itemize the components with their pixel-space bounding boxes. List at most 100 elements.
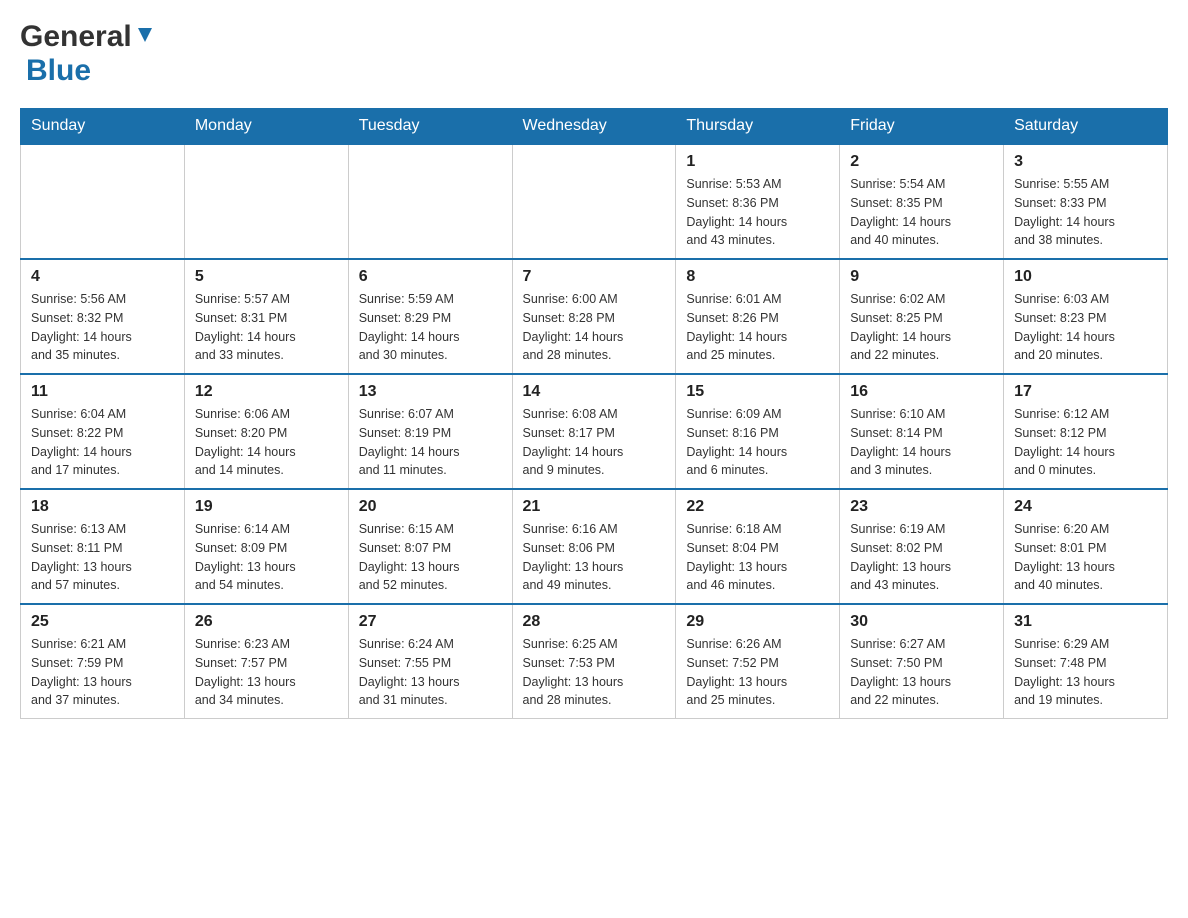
- day-number: 7: [523, 268, 666, 286]
- calendar-day-cell: 6 Sunrise: 5:59 AM Sunset: 8:29 PM Daylig…: [348, 259, 512, 374]
- day-number: 29: [686, 613, 829, 631]
- calendar-week-row: 18 Sunrise: 6:13 AM Sunset: 8:11 PM Dayli…: [21, 489, 1168, 604]
- day-of-week-header: Sunday: [21, 109, 185, 145]
- calendar-week-row: 4 Sunrise: 5:56 AM Sunset: 8:32 PM Daylig…: [21, 259, 1168, 374]
- day-number: 5: [195, 268, 338, 286]
- day-info: Sunrise: 6:00 AM Sunset: 8:28 PM Dayligh…: [523, 290, 666, 365]
- day-number: 22: [686, 498, 829, 516]
- day-info: Sunrise: 5:54 AM Sunset: 8:35 PM Dayligh…: [850, 175, 993, 250]
- logo: General Blue: [20, 20, 156, 88]
- day-number: 13: [359, 383, 502, 401]
- calendar-table: SundayMondayTuesdayWednesdayThursdayFrid…: [20, 108, 1168, 719]
- day-info: Sunrise: 6:01 AM Sunset: 8:26 PM Dayligh…: [686, 290, 829, 365]
- day-info: Sunrise: 6:07 AM Sunset: 8:19 PM Dayligh…: [359, 405, 502, 480]
- calendar-day-cell: 12 Sunrise: 6:06 AM Sunset: 8:20 PM Dayli…: [184, 374, 348, 489]
- calendar-day-cell: 9 Sunrise: 6:02 AM Sunset: 8:25 PM Daylig…: [840, 259, 1004, 374]
- logo-arrow-icon: [134, 24, 156, 51]
- day-number: 31: [1014, 613, 1157, 631]
- calendar-day-cell: [348, 144, 512, 259]
- calendar-day-cell: 18 Sunrise: 6:13 AM Sunset: 8:11 PM Dayli…: [21, 489, 185, 604]
- day-info: Sunrise: 5:55 AM Sunset: 8:33 PM Dayligh…: [1014, 175, 1157, 250]
- day-number: 28: [523, 613, 666, 631]
- calendar-day-cell: 21 Sunrise: 6:16 AM Sunset: 8:06 PM Dayli…: [512, 489, 676, 604]
- day-info: Sunrise: 6:20 AM Sunset: 8:01 PM Dayligh…: [1014, 520, 1157, 595]
- day-info: Sunrise: 6:03 AM Sunset: 8:23 PM Dayligh…: [1014, 290, 1157, 365]
- calendar-day-cell: 25 Sunrise: 6:21 AM Sunset: 7:59 PM Dayli…: [21, 604, 185, 719]
- day-number: 17: [1014, 383, 1157, 401]
- day-info: Sunrise: 6:26 AM Sunset: 7:52 PM Dayligh…: [686, 635, 829, 710]
- calendar-day-cell: 23Sunrise: 6:19 AM Sunset: 8:02 PM Dayli…: [840, 489, 1004, 604]
- day-number: 26: [195, 613, 338, 631]
- calendar-day-cell: 26 Sunrise: 6:23 AM Sunset: 7:57 PM Dayli…: [184, 604, 348, 719]
- day-of-week-header: Saturday: [1004, 109, 1168, 145]
- day-info: Sunrise: 6:18 AM Sunset: 8:04 PM Dayligh…: [686, 520, 829, 595]
- calendar-week-row: 25 Sunrise: 6:21 AM Sunset: 7:59 PM Dayli…: [21, 604, 1168, 719]
- page-header: General Blue: [20, 20, 1168, 88]
- day-number: 14: [523, 383, 666, 401]
- day-number: 11: [31, 383, 174, 401]
- day-number: 8: [686, 268, 829, 286]
- calendar-day-cell: 30 Sunrise: 6:27 AM Sunset: 7:50 PM Dayli…: [840, 604, 1004, 719]
- day-number: 15: [686, 383, 829, 401]
- calendar-day-cell: 22 Sunrise: 6:18 AM Sunset: 8:04 PM Dayli…: [676, 489, 840, 604]
- day-info: Sunrise: 6:14 AM Sunset: 8:09 PM Dayligh…: [195, 520, 338, 595]
- day-of-week-header: Monday: [184, 109, 348, 145]
- day-info: Sunrise: 6:23 AM Sunset: 7:57 PM Dayligh…: [195, 635, 338, 710]
- calendar-day-cell: 15Sunrise: 6:09 AM Sunset: 8:16 PM Dayli…: [676, 374, 840, 489]
- calendar-day-cell: 7 Sunrise: 6:00 AM Sunset: 8:28 PM Daylig…: [512, 259, 676, 374]
- day-number: 16: [850, 383, 993, 401]
- day-number: 21: [523, 498, 666, 516]
- logo-general-text: General: [20, 20, 132, 54]
- calendar-day-cell: 11 Sunrise: 6:04 AM Sunset: 8:22 PM Dayli…: [21, 374, 185, 489]
- day-info: Sunrise: 6:27 AM Sunset: 7:50 PM Dayligh…: [850, 635, 993, 710]
- day-number: 9: [850, 268, 993, 286]
- day-info: Sunrise: 5:57 AM Sunset: 8:31 PM Dayligh…: [195, 290, 338, 365]
- day-of-week-header: Wednesday: [512, 109, 676, 145]
- calendar-day-cell: 27Sunrise: 6:24 AM Sunset: 7:55 PM Dayli…: [348, 604, 512, 719]
- day-number: 18: [31, 498, 174, 516]
- calendar-day-cell: 2 Sunrise: 5:54 AM Sunset: 8:35 PM Daylig…: [840, 144, 1004, 259]
- day-number: 25: [31, 613, 174, 631]
- day-info: Sunrise: 5:56 AM Sunset: 8:32 PM Dayligh…: [31, 290, 174, 365]
- calendar-week-row: 1 Sunrise: 5:53 AM Sunset: 8:36 PM Daylig…: [21, 144, 1168, 259]
- day-number: 12: [195, 383, 338, 401]
- day-info: Sunrise: 6:10 AM Sunset: 8:14 PM Dayligh…: [850, 405, 993, 480]
- day-number: 2: [850, 153, 993, 171]
- calendar-day-cell: [512, 144, 676, 259]
- day-info: Sunrise: 6:02 AM Sunset: 8:25 PM Dayligh…: [850, 290, 993, 365]
- calendar-day-cell: 16 Sunrise: 6:10 AM Sunset: 8:14 PM Dayli…: [840, 374, 1004, 489]
- calendar-day-cell: 14 Sunrise: 6:08 AM Sunset: 8:17 PM Dayli…: [512, 374, 676, 489]
- calendar-day-cell: 5 Sunrise: 5:57 AM Sunset: 8:31 PM Daylig…: [184, 259, 348, 374]
- calendar-day-cell: 28 Sunrise: 6:25 AM Sunset: 7:53 PM Dayli…: [512, 604, 676, 719]
- day-number: 24: [1014, 498, 1157, 516]
- day-number: 1: [686, 153, 829, 171]
- calendar-day-cell: 13 Sunrise: 6:07 AM Sunset: 8:19 PM Dayli…: [348, 374, 512, 489]
- day-info: Sunrise: 6:19 AM Sunset: 8:02 PM Dayligh…: [850, 520, 993, 595]
- day-number: 20: [359, 498, 502, 516]
- day-of-week-header: Friday: [840, 109, 1004, 145]
- calendar-day-cell: 17 Sunrise: 6:12 AM Sunset: 8:12 PM Dayli…: [1004, 374, 1168, 489]
- calendar-header-row: SundayMondayTuesdayWednesdayThursdayFrid…: [21, 109, 1168, 145]
- day-info: Sunrise: 6:16 AM Sunset: 8:06 PM Dayligh…: [523, 520, 666, 595]
- day-info: Sunrise: 6:15 AM Sunset: 8:07 PM Dayligh…: [359, 520, 502, 595]
- day-info: Sunrise: 5:53 AM Sunset: 8:36 PM Dayligh…: [686, 175, 829, 250]
- day-number: 6: [359, 268, 502, 286]
- calendar-day-cell: 3Sunrise: 5:55 AM Sunset: 8:33 PM Daylig…: [1004, 144, 1168, 259]
- day-number: 30: [850, 613, 993, 631]
- day-info: Sunrise: 6:12 AM Sunset: 8:12 PM Dayligh…: [1014, 405, 1157, 480]
- calendar-day-cell: 4 Sunrise: 5:56 AM Sunset: 8:32 PM Daylig…: [21, 259, 185, 374]
- day-info: Sunrise: 6:06 AM Sunset: 8:20 PM Dayligh…: [195, 405, 338, 480]
- calendar-day-cell: [21, 144, 185, 259]
- day-info: Sunrise: 5:59 AM Sunset: 8:29 PM Dayligh…: [359, 290, 502, 365]
- calendar-week-row: 11 Sunrise: 6:04 AM Sunset: 8:22 PM Dayli…: [21, 374, 1168, 489]
- day-info: Sunrise: 6:21 AM Sunset: 7:59 PM Dayligh…: [31, 635, 174, 710]
- day-info: Sunrise: 6:04 AM Sunset: 8:22 PM Dayligh…: [31, 405, 174, 480]
- calendar-day-cell: 8 Sunrise: 6:01 AM Sunset: 8:26 PM Daylig…: [676, 259, 840, 374]
- calendar-day-cell: 10 Sunrise: 6:03 AM Sunset: 8:23 PM Dayli…: [1004, 259, 1168, 374]
- day-number: 4: [31, 268, 174, 286]
- day-number: 10: [1014, 268, 1157, 286]
- day-info: Sunrise: 6:08 AM Sunset: 8:17 PM Dayligh…: [523, 405, 666, 480]
- day-info: Sunrise: 6:25 AM Sunset: 7:53 PM Dayligh…: [523, 635, 666, 710]
- day-number: 19: [195, 498, 338, 516]
- day-info: Sunrise: 6:13 AM Sunset: 8:11 PM Dayligh…: [31, 520, 174, 595]
